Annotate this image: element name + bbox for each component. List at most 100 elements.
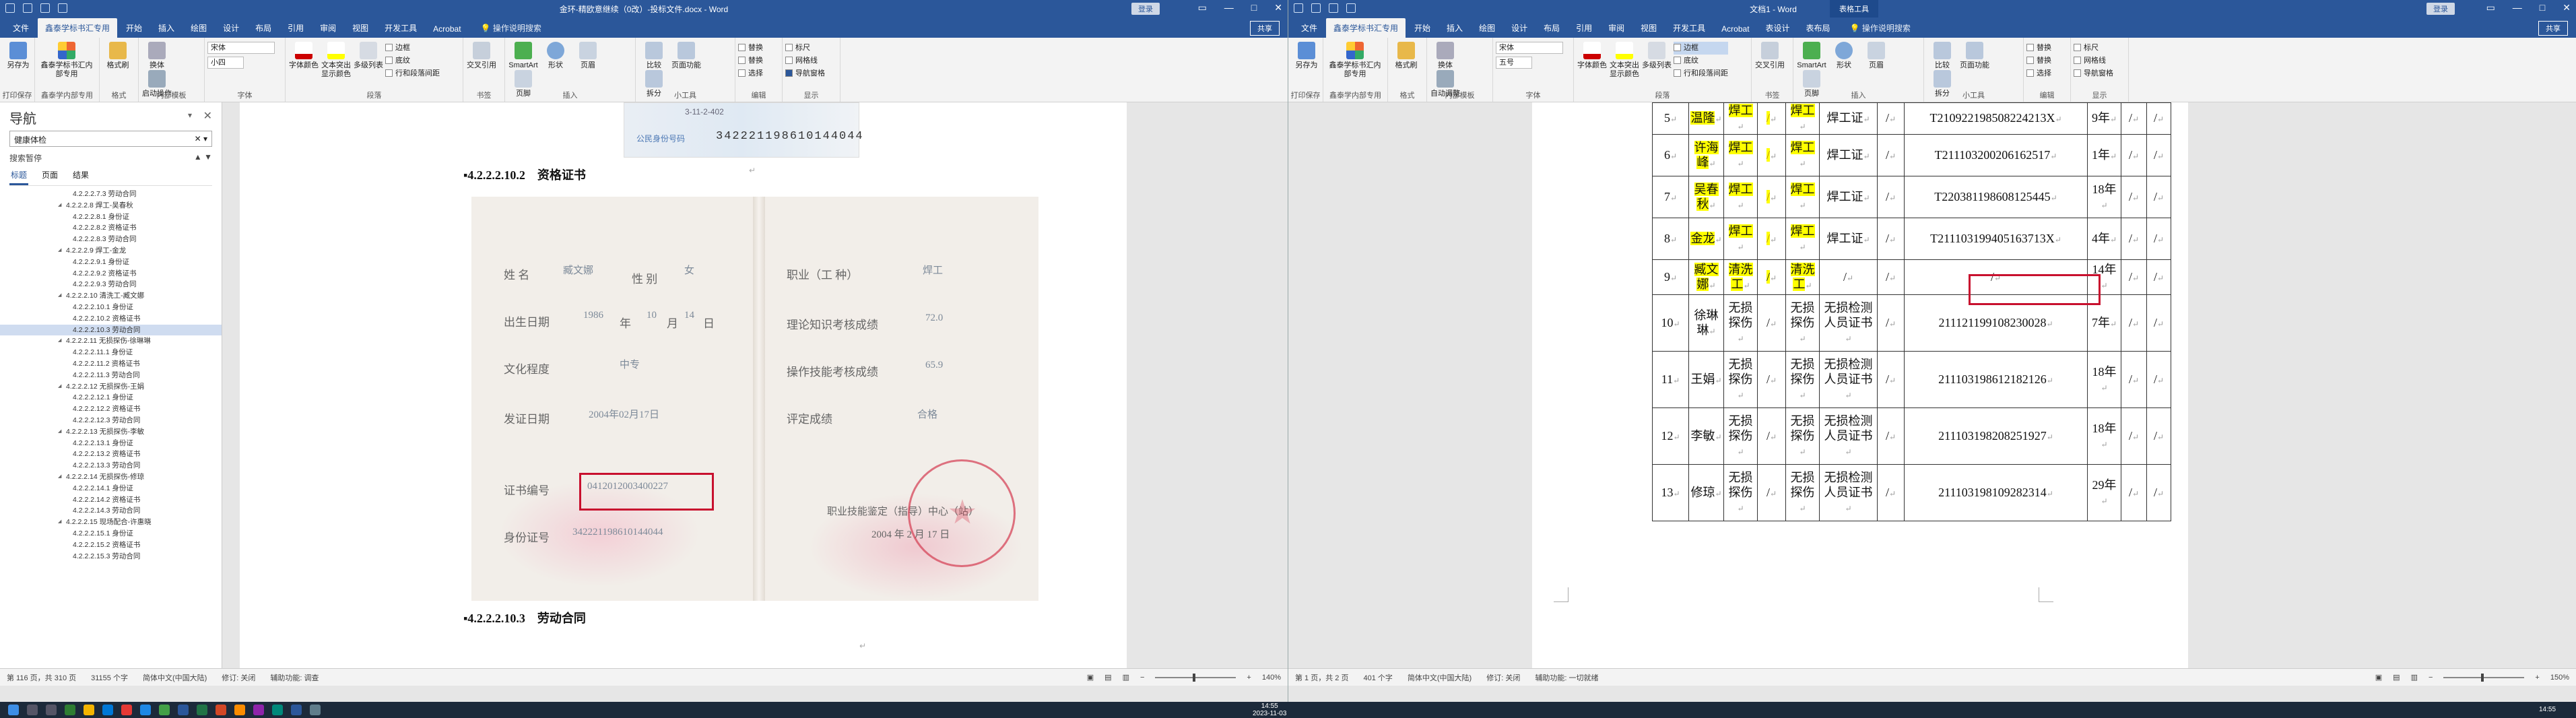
select-button[interactable]: 选择 bbox=[738, 67, 779, 80]
cell-b[interactable]: /↵ bbox=[1877, 259, 1905, 295]
cell-b[interactable]: /↵ bbox=[1877, 176, 1905, 218]
nav-heading-item[interactable]: 4.2.2.2.15.1 身份证 bbox=[0, 528, 222, 540]
nav-heading-item[interactable]: 4.2.2.2.13.2 资格证书 bbox=[0, 449, 222, 460]
multilevel-list-button[interactable]: 多级列表 bbox=[353, 42, 384, 70]
cell-id[interactable]: T211103200206162517↵ bbox=[1904, 134, 2088, 176]
smartart-button[interactable]: SmartArt bbox=[508, 42, 539, 70]
template-button-1[interactable]: 换体 bbox=[1430, 42, 1461, 70]
cell-c[interactable]: /↵ bbox=[2121, 102, 2147, 135]
nav-heading-item[interactable]: 4.2.2.2.11.2 资格证书 bbox=[0, 358, 222, 370]
tab-acrobat[interactable]: Acrobat bbox=[1714, 20, 1756, 38]
font-name-box[interactable]: 宋体 bbox=[1496, 42, 1563, 54]
cell-b[interactable]: /↵ bbox=[1877, 134, 1905, 176]
share-button[interactable]: 共享 bbox=[1250, 21, 1280, 36]
gridlines-checkbox[interactable]: 网格线 bbox=[2074, 55, 2125, 67]
nav-heading-item[interactable]: 4.2.2.2.15.3 劳动合同 bbox=[0, 551, 222, 562]
cell-id[interactable]: T211103199405163713X↵ bbox=[1904, 218, 2088, 260]
nav-heading-item[interactable]: 4.2.2.2.7.3 劳动合同 bbox=[0, 189, 222, 200]
search-clear-icon[interactable]: ✕ ▾ bbox=[195, 134, 207, 143]
font-size-box[interactable]: 小四 bbox=[207, 57, 244, 69]
cell-b[interactable]: /↵ bbox=[1877, 407, 1905, 465]
cell-d[interactable]: /↵ bbox=[2146, 294, 2171, 352]
cell-name[interactable]: 温隆↵ bbox=[1688, 102, 1724, 135]
nav-pane-checkbox[interactable]: 导航窗格 bbox=[2074, 67, 2125, 80]
tab-file[interactable]: 文件 bbox=[1294, 18, 1325, 38]
cell-b[interactable]: /↵ bbox=[1877, 351, 1905, 408]
nav-heading-item[interactable]: 4.2.2.2.10.3 劳动合同 bbox=[0, 324, 222, 336]
cell-post[interactable]: 清洗工↵ bbox=[1785, 259, 1820, 295]
cell-type[interactable]: 焊工 ↵ bbox=[1723, 134, 1758, 176]
nav-tab-pages[interactable]: 页面 bbox=[40, 168, 59, 185]
ruler-checkbox[interactable]: 标尺 bbox=[2074, 42, 2125, 55]
cell-name[interactable]: 吴春秋↵ bbox=[1688, 176, 1724, 218]
borders-button[interactable]: 边框 bbox=[1674, 42, 1728, 55]
cell-no[interactable]: 5↵ bbox=[1652, 102, 1689, 135]
zoom-out-icon[interactable]: − bbox=[2429, 674, 2433, 682]
language[interactable]: 简体中文(中国大陆) bbox=[143, 672, 207, 683]
sign-in-button[interactable]: 登录 bbox=[1131, 3, 1160, 15]
nav-heading-item[interactable]: 4.2.2.2.14.3 劳动合同 bbox=[0, 505, 222, 517]
smartart-button[interactable]: SmartArt bbox=[1796, 42, 1827, 70]
cell-d[interactable]: /↵ bbox=[2146, 464, 2171, 521]
tab-home[interactable]: 开始 bbox=[119, 18, 150, 38]
cell-type[interactable]: 无损探伤 ↵ bbox=[1723, 294, 1758, 352]
cell-post[interactable]: 焊工 ↵ bbox=[1785, 134, 1820, 176]
tab-references[interactable]: 引用 bbox=[280, 18, 311, 38]
cell-c[interactable]: /↵ bbox=[2121, 351, 2147, 408]
nav-heading-item[interactable]: 4.2.2.2.10 清洗工-臧文娜 bbox=[0, 290, 222, 302]
highlight-button[interactable]: 文本突出显示颜色 bbox=[321, 42, 352, 79]
tab-layout[interactable]: 布局 bbox=[248, 18, 279, 38]
cell-a[interactable]: /↵ bbox=[1757, 218, 1786, 260]
nav-heading-item[interactable]: 4.2.2.2.8.2 资格证书 bbox=[0, 222, 222, 234]
cell-type[interactable]: 无损探伤 ↵ bbox=[1723, 351, 1758, 408]
cell-cert[interactable]: 焊工证↵ bbox=[1819, 134, 1878, 176]
search-icon[interactable] bbox=[27, 705, 38, 715]
select-button[interactable]: 选择 bbox=[2026, 67, 2068, 80]
cell-name[interactable]: 徐琳琳↵ bbox=[1688, 294, 1724, 352]
cell-years[interactable]: 9年↵ bbox=[2087, 102, 2121, 135]
cell-c[interactable]: /↵ bbox=[2121, 464, 2147, 521]
cell-id[interactable]: T220381198608125445↵ bbox=[1904, 176, 2088, 218]
cell-c[interactable]: /↵ bbox=[2121, 134, 2147, 176]
acrobat-icon[interactable] bbox=[121, 705, 132, 715]
nav-heading-item[interactable]: 4.2.2.2.12.1 身份证 bbox=[0, 392, 222, 403]
nav-heading-item[interactable]: 4.2.2.2.14.2 资格证书 bbox=[0, 494, 222, 506]
shading-button[interactable]: 底纹 bbox=[385, 55, 440, 67]
nav-heading-item[interactable]: 4.2.2.2.10.1 身份证 bbox=[0, 302, 222, 313]
track-changes[interactable]: 修订: 关闭 bbox=[222, 672, 255, 683]
search-arrows[interactable]: ▲ ▼ bbox=[194, 152, 212, 164]
font-size-box[interactable]: 五号 bbox=[1496, 57, 1532, 69]
nav-tab-results[interactable]: 结果 bbox=[71, 168, 90, 185]
cell-a[interactable]: /↵ bbox=[1757, 102, 1786, 135]
cell-post[interactable]: 无损探伤 ↵ bbox=[1785, 464, 1820, 521]
nav-heading-item[interactable]: 4.2.2.2.11 无损探伤-徐琳琳 bbox=[0, 335, 222, 347]
cell-type[interactable]: 焊工 ↵ bbox=[1723, 218, 1758, 260]
cell-d[interactable]: /↵ bbox=[2146, 218, 2171, 260]
font-color-button[interactable]: 字体颜色 bbox=[288, 42, 319, 70]
font-color-button[interactable]: 字体颜色 bbox=[1577, 42, 1608, 70]
cell-post[interactable]: 无损探伤 ↵ bbox=[1785, 294, 1820, 352]
nav-heading-item[interactable]: 4.2.2.2.12.3 劳动合同 bbox=[0, 415, 222, 426]
cell-post[interactable]: 无损探伤 ↵ bbox=[1785, 407, 1820, 465]
cell-a[interactable]: /↵ bbox=[1757, 407, 1786, 465]
zoom-level[interactable]: 150% bbox=[2550, 674, 2569, 682]
nav-heading-item[interactable]: 4.2.2.2.9.1 身份证 bbox=[0, 257, 222, 268]
find-button[interactable]: 替换 bbox=[738, 42, 779, 55]
cell-c[interactable]: /↵ bbox=[2121, 407, 2147, 465]
redo-icon[interactable] bbox=[1329, 3, 1338, 13]
ribbon-display-icon[interactable]: ▭ bbox=[1198, 2, 1207, 13]
cell-b[interactable]: /↵ bbox=[1877, 294, 1905, 352]
app-icon[interactable] bbox=[310, 705, 321, 715]
format-painter-button[interactable]: 格式刷 bbox=[102, 42, 133, 70]
tab-table-layout[interactable]: 表布局 bbox=[1799, 18, 1838, 38]
cell-years[interactable]: 1年↵ bbox=[2087, 134, 2121, 176]
cell-cert[interactable]: 无损检测人员证书 ↵ bbox=[1819, 351, 1878, 408]
nav-heading-item[interactable]: 4.2.2.2.11.1 身份证 bbox=[0, 347, 222, 358]
language[interactable]: 简体中文(中国大陆) bbox=[1408, 672, 1472, 683]
nav-heading-item[interactable]: 4.2.2.2.13 无损探伤-李敏 bbox=[0, 426, 222, 438]
ribbon-display-icon[interactable]: ▭ bbox=[2486, 2, 2495, 13]
minimize-icon[interactable]: — bbox=[2513, 2, 2522, 13]
tell-me-search[interactable]: 💡 操作说明搜索 bbox=[477, 18, 546, 38]
cell-years[interactable]: 18年 ↵ bbox=[2087, 407, 2121, 465]
tab-insert[interactable]: 插入 bbox=[151, 18, 182, 38]
